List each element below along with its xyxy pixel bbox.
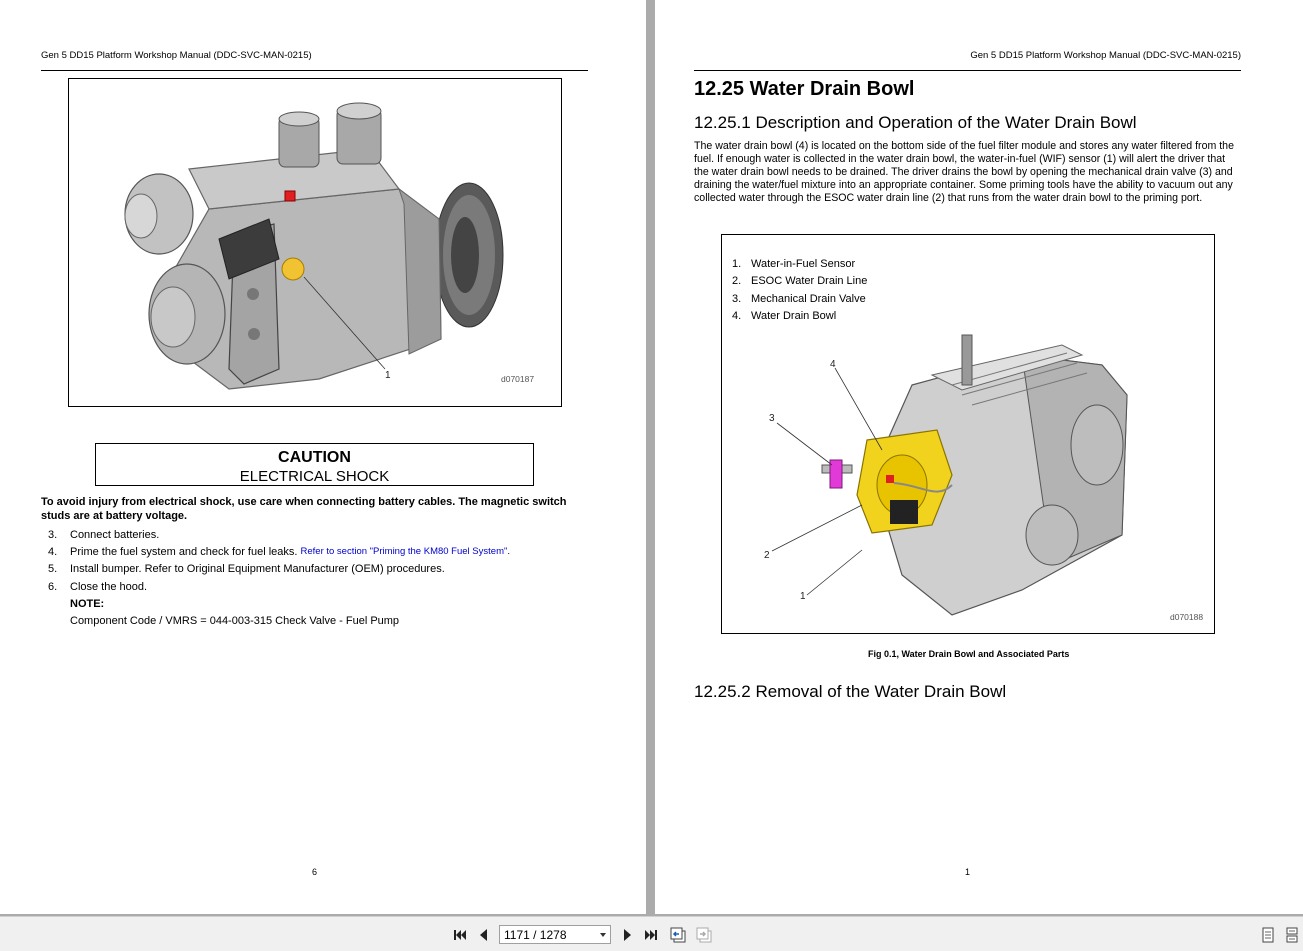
- section-link[interactable]: Refer to section "Priming the KM80 Fuel …: [301, 546, 508, 557]
- page-indicator: 1171 / 1278: [504, 927, 567, 942]
- water-drain-figure: 1. Water-in-Fuel Sensor 2. ESOC Water Drai…: [721, 234, 1215, 634]
- right-page: Gen 5 DD15 Platform Workshop Manual (DDC…: [655, 0, 1303, 914]
- step-trailer: .: [507, 546, 510, 558]
- step-text: Install bumper. Refer to Original Equipm…: [70, 563, 445, 576]
- step-text: Connect batteries.: [70, 528, 160, 541]
- header-rule: [41, 70, 588, 71]
- next-view-button[interactable]: [694, 925, 714, 945]
- caution-box: CAUTION ELECTRICAL SHOCK: [95, 443, 534, 486]
- single-page-view-icon: [1262, 927, 1274, 943]
- navigation-toolbar: 1171 / 1278: [0, 916, 1303, 951]
- continuous-view-button[interactable]: [1282, 925, 1302, 945]
- step-item: 4. Prime the fuel system and check for f…: [48, 543, 608, 560]
- step-number: 3.: [48, 528, 58, 541]
- procedure-steps: 3. Connect batteries. 4. Prime the fuel …: [48, 526, 608, 629]
- figure-id: d070187: [501, 374, 535, 384]
- step-number: 5.: [48, 563, 58, 576]
- warning-text: To avoid injury from electrical shock, u…: [41, 496, 567, 522]
- previous-view-button[interactable]: [668, 925, 688, 945]
- next-view-icon: [696, 927, 712, 943]
- next-page-icon: [624, 929, 631, 941]
- running-header: Gen 5 DD15 Platform Workshop Manual (DDC…: [41, 50, 312, 61]
- previous-page-button[interactable]: [474, 925, 494, 945]
- previous-page-icon: [480, 929, 487, 941]
- next-page-button[interactable]: [617, 925, 637, 945]
- page-number: 1: [965, 867, 971, 877]
- step-number: 6.: [48, 580, 58, 593]
- left-page: Gen 5 DD15 Platform Workshop Manual (DDC…: [0, 0, 646, 914]
- figure-caption: Fig 0.1, Water Drain Bowl and Associated…: [868, 649, 1070, 659]
- last-page-icon: [645, 930, 657, 940]
- figure-id: d070188: [1170, 612, 1204, 622]
- single-page-view-button[interactable]: [1258, 925, 1278, 945]
- previous-view-icon: [670, 927, 686, 943]
- fuel-pump-figure: 1 d070187: [68, 78, 562, 407]
- note-text: Component Code / VMRS = 044-003-315 Chec…: [70, 614, 400, 627]
- water-drain-illustration: [771, 334, 1128, 616]
- figure-callout: 1: [800, 591, 806, 602]
- running-header: Gen 5 DD15 Platform Workshop Manual (DDC…: [970, 50, 1241, 61]
- step-item: 5. Install bumper. Refer to Original Equ…: [48, 561, 608, 578]
- page-selector[interactable]: 1171 / 1278: [499, 925, 611, 944]
- header-rule: [694, 70, 1241, 71]
- fuel-pump-illustration: [124, 102, 504, 390]
- body-paragraph: The water drain bowl (4) is located on t…: [694, 140, 1234, 204]
- first-page-icon: [454, 930, 466, 940]
- step-text: Prime the fuel system and check for fuel…: [70, 545, 298, 558]
- step-text: Close the hood.: [70, 580, 148, 593]
- section-title: 12.25 Water Drain Bowl: [694, 78, 915, 100]
- figure-callout: 4: [830, 359, 836, 370]
- figure-callout: 3: [769, 413, 775, 424]
- step-item: 3. Connect batteries.: [48, 526, 608, 543]
- caution-subtitle: ELECTRICAL SHOCK: [239, 468, 390, 485]
- subsection-title: 12.25.1 Description and Operation of the…: [694, 113, 1137, 132]
- chevron-down-icon: [600, 933, 606, 937]
- page-number: 6: [312, 867, 318, 877]
- continuous-view-icon: [1286, 927, 1298, 943]
- figure-callout: 1: [385, 370, 391, 381]
- subsection-title: 12.25.2 Removal of the Water Drain Bowl: [694, 682, 1007, 701]
- note-label: NOTE:: [70, 597, 105, 610]
- last-page-button[interactable]: [641, 925, 661, 945]
- caution-title: CAUTION: [278, 449, 351, 466]
- first-page-button[interactable]: [450, 925, 470, 945]
- step-number: 4.: [48, 545, 58, 558]
- figure-callout: 2: [764, 550, 770, 561]
- step-item: 6. Close the hood.: [48, 578, 608, 595]
